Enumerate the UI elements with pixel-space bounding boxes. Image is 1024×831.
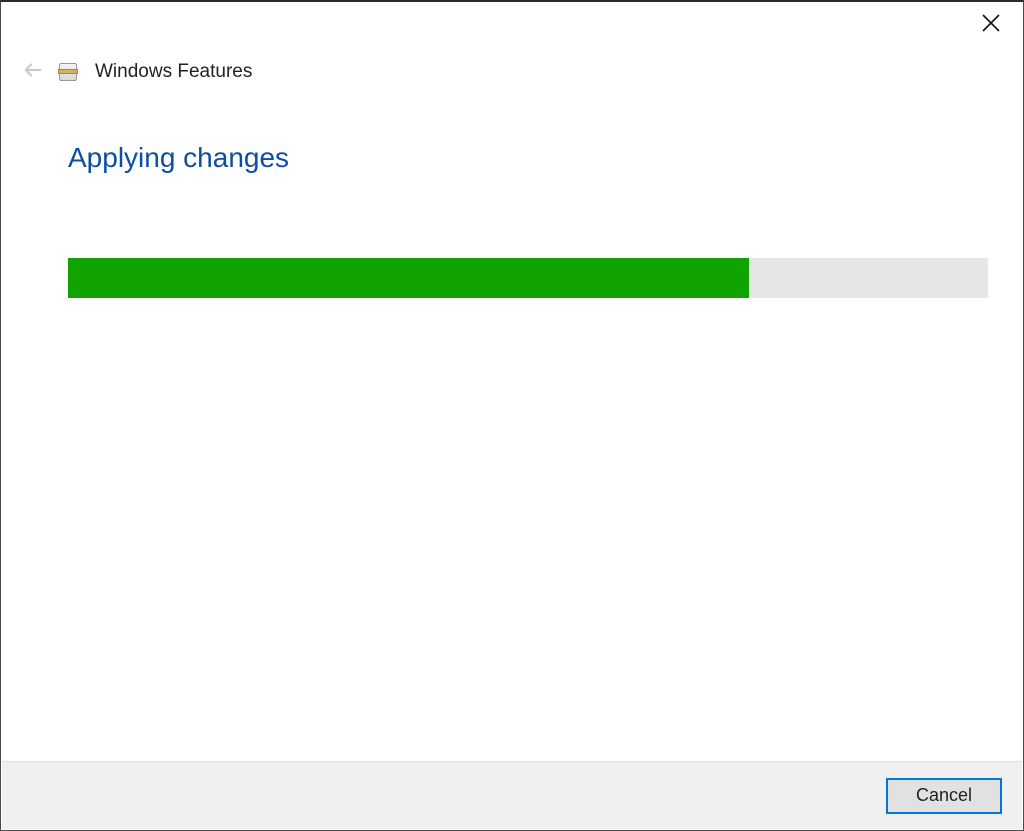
arrow-left-icon xyxy=(22,59,44,86)
close-button[interactable] xyxy=(971,10,1011,40)
dialog-window: Windows Features Applying changes Cancel xyxy=(0,0,1024,831)
back-button xyxy=(21,60,45,84)
close-icon xyxy=(982,14,1000,37)
windows-features-icon xyxy=(59,61,81,83)
page-heading: Applying changes xyxy=(68,142,289,174)
progress-bar xyxy=(68,258,988,298)
window-title: Windows Features xyxy=(95,61,252,83)
dialog-footer: Cancel xyxy=(2,761,1022,829)
progress-bar-fill xyxy=(68,258,749,298)
cancel-button-label: Cancel xyxy=(916,785,972,806)
header-row: Windows Features xyxy=(21,60,252,84)
cancel-button[interactable]: Cancel xyxy=(886,778,1002,814)
